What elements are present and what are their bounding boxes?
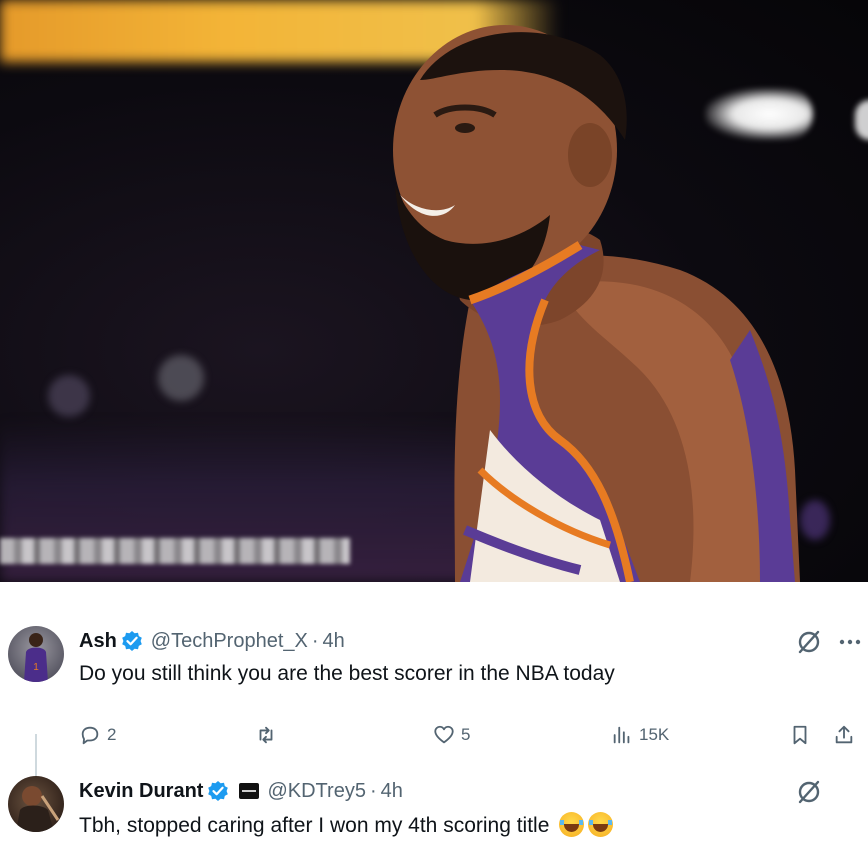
tweet-header: Kevin Durant @KDTrey5 · 4h [79,778,403,804]
bookmark-button[interactable] [789,720,811,750]
author-handle[interactable]: @TechProphet_X [151,630,308,653]
tweet-text: Tbh, stopped caring after I won my 4th s… [79,814,550,837]
laughing-tears-emoji-icon [559,812,585,837]
repost-icon [259,726,273,744]
repost-button[interactable] [255,720,277,750]
view-count: 15K [639,725,670,744]
avatar[interactable]: 1 [8,626,64,682]
share-icon [835,725,853,744]
share-button[interactable] [833,720,855,750]
views-icon [613,726,630,744]
separator: · [369,779,377,802]
grok-icon[interactable] [795,778,823,806]
author-name[interactable]: Ash [79,630,117,653]
avatar-image: 1 [24,633,48,682]
avatar[interactable] [8,776,64,832]
laughing-tears-emoji-icon [588,812,614,837]
more-icon[interactable] [836,628,864,656]
bookmark-icon [793,725,807,745]
tweet-actions: 2 5 15K [79,720,864,750]
reply-count: 2 [107,725,117,744]
views-button[interactable]: 15K [611,720,669,750]
reply-icon [81,726,99,745]
tweet-thread: 1 Ash @TechProphet_X · 4h Do you still t… [0,582,868,849]
svg-text:1: 1 [33,662,39,673]
grok-icon[interactable] [795,628,823,656]
verified-badge-icon [121,631,142,651]
like-button[interactable]: 5 [433,720,470,750]
separator: · [311,629,319,652]
verified-badge-icon [208,781,229,801]
basketball-player [393,25,800,582]
tweet-text-line: Tbh, stopped caring after I won my 4th s… [79,812,614,838]
like-count: 5 [461,725,471,744]
affiliation-badge-icon[interactable] [239,783,260,799]
author-name[interactable]: Kevin Durant [79,780,203,803]
like-icon [434,725,454,744]
author-handle[interactable]: @KDTrey5 [267,780,365,803]
tweet-text: Do you still think you are the best scor… [79,662,615,685]
timestamp[interactable]: 4h [381,780,403,803]
hero-photo [0,0,868,582]
reply-button[interactable]: 2 [79,720,116,750]
timestamp[interactable]: 4h [323,630,345,653]
tweet-header: Ash @TechProphet_X · 4h [79,628,345,654]
avatar-image [16,786,60,832]
